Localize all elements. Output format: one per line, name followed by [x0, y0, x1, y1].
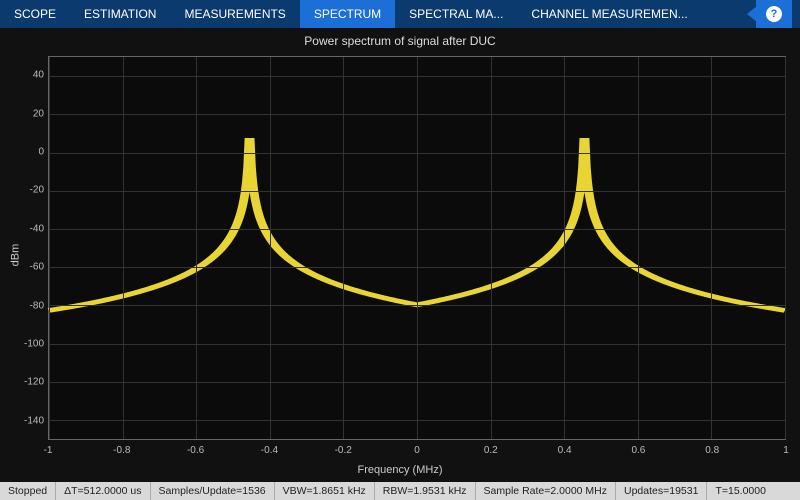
x-tick: 0 [414, 445, 420, 456]
x-tick: -1 [44, 445, 53, 456]
y-tick: -140 [0, 415, 44, 426]
status-vbw: VBW=1.8651 kHz [275, 482, 375, 500]
y-tick: -120 [0, 377, 44, 388]
x-tick: -0.2 [335, 445, 352, 456]
x-tick: 0.4 [558, 445, 572, 456]
x-axis-label: Frequency (MHz) [0, 464, 800, 476]
x-tick: 0.2 [484, 445, 498, 456]
status-t: T=15.0000 [707, 482, 774, 500]
y-tick: 0 [0, 147, 44, 158]
y-tick: 20 [0, 108, 44, 119]
tab-measurements[interactable]: MEASUREMENTS [170, 0, 299, 28]
tab-spectral-mask[interactable]: SPECTRAL MA... [395, 0, 517, 28]
y-tick: -40 [0, 223, 44, 234]
chart-title: Power spectrum of signal after DUC [0, 28, 800, 50]
tab-channel-measurements[interactable]: CHANNEL MEASUREMEN... [517, 0, 701, 28]
x-tick: -0.8 [113, 445, 130, 456]
status-spu: Samples/Update=1536 [151, 482, 275, 500]
y-tick: -80 [0, 300, 44, 311]
y-tick: -20 [0, 185, 44, 196]
tab-spectrum[interactable]: SPECTRUM [300, 0, 395, 28]
status-rbw: RBW=1.9531 kHz [375, 482, 476, 500]
plot-area: Power spectrum of signal after DUC dBm F… [0, 28, 800, 482]
x-tick: 0.6 [631, 445, 645, 456]
tab-estimation[interactable]: ESTIMATION [70, 0, 170, 28]
help-button[interactable]: ? [739, 0, 800, 28]
y-tick: -60 [0, 262, 44, 273]
x-tick: -0.6 [187, 445, 204, 456]
status-bar: Stopped ΔT=512.0000 us Samples/Update=15… [0, 482, 800, 500]
tab-bar: SCOPE ESTIMATION MEASUREMENTS SPECTRUM S… [0, 0, 800, 28]
status-sr: Sample Rate=2.0000 MHz [476, 482, 616, 500]
tab-scope[interactable]: SCOPE [0, 0, 70, 28]
axes-box[interactable] [48, 56, 786, 440]
x-tick: -0.4 [261, 445, 278, 456]
y-tick: -100 [0, 339, 44, 350]
status-state: Stopped [0, 482, 56, 500]
status-dt: ΔT=512.0000 us [56, 482, 150, 500]
help-icon: ? [766, 6, 782, 22]
status-upd: Updates=19531 [616, 482, 707, 500]
x-tick: 1 [783, 445, 789, 456]
x-tick: 0.8 [705, 445, 719, 456]
y-tick: 40 [0, 70, 44, 81]
